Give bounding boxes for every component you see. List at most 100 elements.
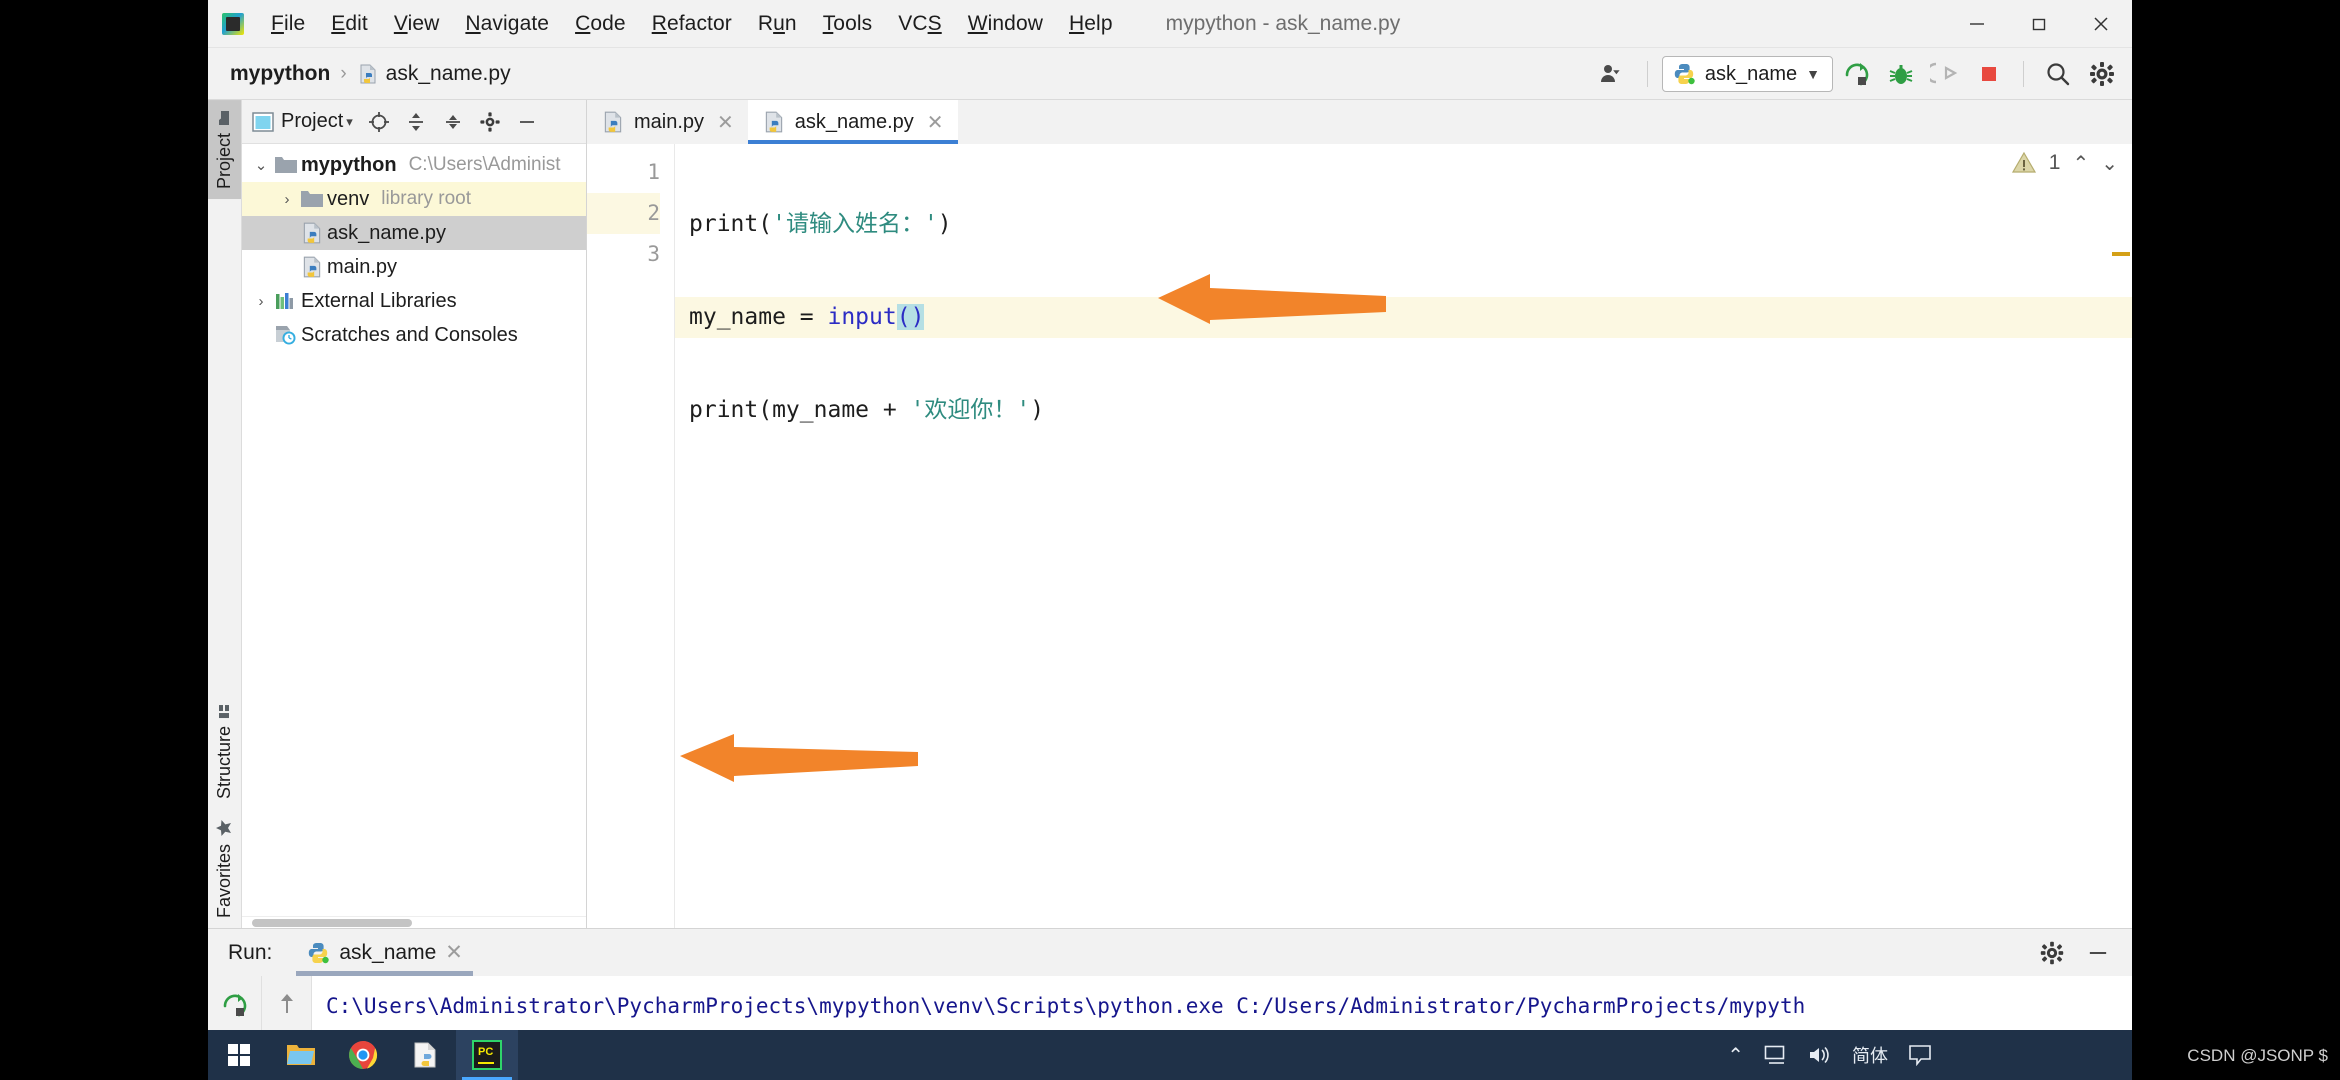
sidebar-item-project[interactable]: Project [208, 100, 241, 200]
tab-ask-name-py-label: ask_name.py [794, 110, 914, 133]
menu-tools[interactable]: Tools [810, 9, 886, 39]
sidebar-item-favorites[interactable]: Favorites [208, 809, 241, 928]
stop-button[interactable] [1969, 54, 2009, 94]
chevron-down-icon[interactable]: ⌄ [248, 156, 274, 174]
close-icon[interactable]: ✕ [717, 110, 734, 135]
window-controls [1946, 0, 2132, 48]
menu-help[interactable]: Help [1056, 9, 1126, 39]
code-token-keyword: input [827, 304, 897, 330]
tray-chevron-icon[interactable]: ⌃ [1727, 1043, 1744, 1068]
menu-view[interactable]: View [381, 9, 453, 39]
debug-button[interactable] [1881, 54, 1921, 94]
code-line-3: print(my_name + '欢迎你！') [689, 390, 2132, 431]
menu-run[interactable]: Run [745, 9, 810, 39]
run-with-coverage-button[interactable] [1925, 54, 1965, 94]
tab-ask-name-py[interactable]: ask_name.py ✕ [747, 100, 958, 144]
run-window-header-actions [2032, 933, 2118, 973]
menu-navigate[interactable]: Navigate [452, 9, 562, 39]
start-button[interactable] [208, 1030, 270, 1080]
account-button[interactable] [1593, 54, 1633, 94]
tab-main-py[interactable]: main.py ✕ [587, 100, 748, 144]
left-tool-stripe: Project Structure Favorites [208, 100, 242, 928]
chevron-right-icon[interactable]: › [248, 293, 274, 310]
project-panel-title[interactable]: Project ▾ [252, 110, 353, 133]
inspection-widget[interactable]: 1 ⌃ ⌄ [2011, 150, 2118, 176]
line-number: 1 [647, 160, 660, 184]
gear-icon[interactable] [2032, 933, 2072, 973]
left-stripe-bottom: Structure Favorites [208, 693, 241, 928]
menu-vcs[interactable]: VCS [885, 9, 954, 39]
editor-marker [2112, 252, 2130, 256]
ime-indicator[interactable]: 简体 [1852, 1042, 1888, 1068]
annotation-arrow-console [680, 732, 920, 782]
hide-icon[interactable] [2078, 933, 2118, 973]
breadcrumb-file[interactable]: ask_name.py [357, 62, 511, 86]
notepad-button[interactable] [394, 1030, 456, 1080]
chrome-icon [349, 1041, 378, 1069]
code-token: print(my_name + [689, 397, 911, 423]
tree-row-ask-name[interactable]: ask_name.py [242, 216, 586, 250]
close-icon[interactable]: ✕ [927, 110, 944, 135]
expand-all-icon[interactable] [399, 105, 433, 139]
menu-window[interactable]: Window [955, 9, 1056, 39]
menu-file[interactable]: File [258, 9, 318, 39]
rerun-icon[interactable] [214, 984, 256, 1026]
tree-row-scratches[interactable]: Scratches and Consoles [242, 318, 586, 352]
annotation-arrow-code [1158, 272, 1388, 327]
code-line-1: print('请输入姓名：') [689, 204, 2132, 245]
folder-icon [219, 111, 230, 125]
run-configuration-selector[interactable]: ask_name ▼ [1661, 56, 1833, 92]
hide-icon[interactable] [510, 105, 544, 139]
toolbar-divider [1646, 61, 1648, 87]
run-toolbar-left: >> [208, 976, 262, 1030]
settings-button[interactable] [2082, 54, 2122, 94]
tree-row-mypython[interactable]: ⌄ mypython C:\Users\Administ [242, 148, 586, 182]
collapse-all-icon[interactable] [436, 105, 470, 139]
run-console[interactable]: C:\Users\Administrator\PycharmProjects\m… [312, 976, 2132, 1030]
chevron-right-icon[interactable]: › [274, 191, 300, 208]
minimize-button[interactable] [1946, 0, 2008, 48]
file-explorer-button[interactable] [270, 1030, 332, 1080]
menu-edit[interactable]: Edit [318, 9, 381, 39]
chrome-button[interactable] [332, 1030, 394, 1080]
screenshot-root: File Edit View Navigate Code Refactor Ru… [0, 0, 2340, 1080]
python-file-icon [303, 256, 321, 278]
search-everywhere-button[interactable] [2038, 54, 2078, 94]
arrow-up-icon[interactable] [266, 984, 308, 1023]
run-window-body: >> [208, 976, 2132, 1030]
menu-refactor[interactable]: Refactor [639, 9, 745, 39]
project-horizontal-scrollbar[interactable] [242, 916, 586, 928]
tree-row-venv[interactable]: › venv library root [242, 182, 586, 216]
editor-area: main.py ✕ ask_name.py ✕ 1 2 3 print('请输入… [587, 100, 2132, 928]
line-number: 3 [647, 242, 660, 266]
pycharm-button[interactable]: PC [456, 1030, 518, 1080]
close-icon[interactable]: ✕ [445, 940, 463, 965]
scrollbar-thumb[interactable] [252, 919, 412, 927]
tree-label-ask-name: ask_name.py [327, 221, 446, 244]
warning-triangle-icon [2011, 151, 2036, 173]
run-button[interactable] [1837, 54, 1877, 94]
sidebar-item-structure[interactable]: Structure [208, 693, 241, 809]
close-button[interactable] [2070, 0, 2132, 48]
network-icon[interactable] [1764, 1044, 1788, 1066]
code-editor[interactable]: 1 2 3 print('请输入姓名：') my_name = input() … [587, 144, 2132, 928]
python-icon [1674, 64, 1695, 85]
chevron-down-icon: ▼ [1806, 66, 1820, 82]
python-file-icon [765, 111, 782, 133]
python-file-icon [604, 111, 622, 133]
gear-icon[interactable] [473, 105, 507, 139]
previous-problem-icon[interactable]: ⌃ [2072, 151, 2089, 176]
python-icon [309, 942, 330, 963]
run-tab-ask-name[interactable]: ask_name ✕ [296, 930, 473, 976]
volume-icon[interactable] [1808, 1044, 1832, 1066]
tree-path-venv: library root [381, 188, 471, 209]
tree-row-main[interactable]: main.py [242, 250, 586, 284]
code-text[interactable]: print('请输入姓名：') my_name = input() print(… [675, 144, 2132, 928]
select-opened-file-icon[interactable] [362, 105, 396, 139]
breadcrumb-project[interactable]: mypython [230, 62, 330, 86]
next-problem-icon[interactable]: ⌄ [2101, 151, 2118, 176]
menu-code[interactable]: Code [562, 9, 639, 39]
notification-icon[interactable] [1908, 1044, 1932, 1066]
maximize-button[interactable] [2008, 0, 2070, 48]
tree-row-external-libraries[interactable]: › External Libraries [242, 284, 586, 318]
